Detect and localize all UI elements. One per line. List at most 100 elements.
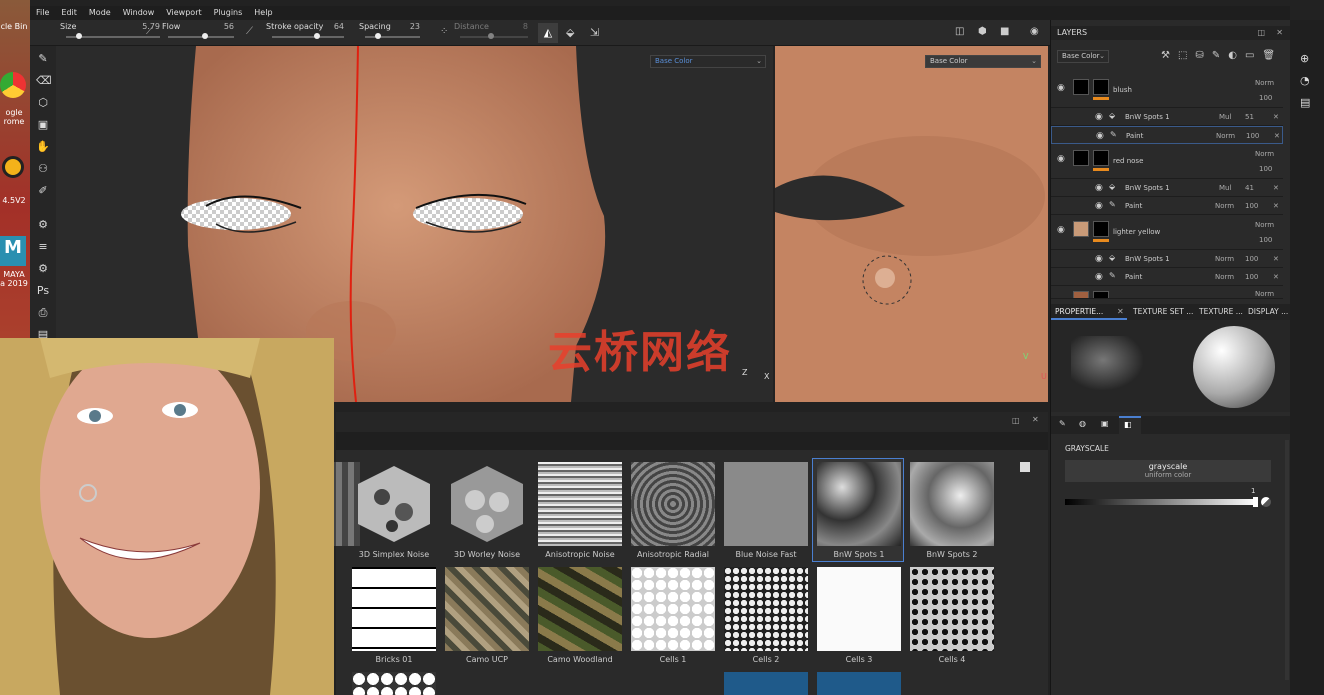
effect-row[interactable]: ◉ ⬙ BnW Spots 1 Mul 41 ✕ xyxy=(1051,179,1283,197)
delete-layer-icon[interactable]: 🗑 xyxy=(1262,50,1283,61)
effect-remove-icon[interactable]: ✕ xyxy=(1273,273,1279,281)
visibility-eye-icon[interactable]: ◉ xyxy=(1095,183,1105,193)
alpha-tab-icon[interactable]: ◍ xyxy=(1079,419,1086,428)
shelf-view-toggle-icon[interactable] xyxy=(1020,462,1030,472)
add-paint-layer-icon[interactable]: ✎ xyxy=(1212,50,1228,61)
effect-blend-mode[interactable]: Norm xyxy=(1216,132,1235,140)
effect-row[interactable]: ◉ ⬙ BnW Spots 1 Mul 51 ✕ xyxy=(1051,108,1283,126)
shelf-tile-camo-ucp[interactable] xyxy=(445,567,529,651)
log-icon[interactable]: ▤ xyxy=(1300,96,1310,109)
menu-help[interactable]: Help xyxy=(248,6,278,20)
viewport-2d-channel-select[interactable]: Base Color ⌄ xyxy=(925,55,1041,68)
tab-properties-close-icon[interactable]: ✕ xyxy=(1117,307,1124,316)
fill-mode-icon[interactable]: ⬙ xyxy=(566,26,574,39)
shelf-undock-icon[interactable]: ◫ xyxy=(1012,416,1020,425)
stroke-opacity-value[interactable]: 64 xyxy=(334,22,344,31)
shelf-tile-bnw-spots-1[interactable] xyxy=(817,462,901,546)
visibility-eye-icon[interactable]: ◉ xyxy=(1095,201,1105,211)
flow-slider[interactable]: Flow 56 xyxy=(162,20,234,44)
layer-blend-mode[interactable]: Norm xyxy=(1255,79,1274,87)
layers-channel-select[interactable]: Base Color ⌄ xyxy=(1057,50,1109,63)
shelf-search-bar[interactable] xyxy=(336,432,1048,450)
effect-opacity[interactable]: 100 xyxy=(1246,132,1259,140)
spacing-slider[interactable]: Spacing 23 xyxy=(359,20,420,44)
render-icon[interactable]: ⬢ xyxy=(978,26,987,37)
shelf-tile-3d-worley-noise[interactable] xyxy=(445,462,529,546)
grayscale-input-slot[interactable]: grayscale uniform color xyxy=(1065,460,1271,482)
flow-pressure-icon[interactable]: ⟋ xyxy=(246,26,253,37)
tab-properties[interactable]: PROPERTIE... xyxy=(1055,307,1103,316)
layers-undock-icon[interactable]: ◫ xyxy=(1257,26,1265,40)
add-folder-icon[interactable]: ▭ xyxy=(1245,50,1262,61)
visibility-eye-icon[interactable]: ◉ xyxy=(1057,225,1067,235)
clone-icon[interactable]: ⚇ xyxy=(36,162,50,176)
effect-opacity[interactable]: 100 xyxy=(1245,255,1258,263)
effect-opacity[interactable]: 100 xyxy=(1245,202,1258,210)
shelf-tile-cells-3[interactable] xyxy=(817,567,901,651)
layer-blend-mode[interactable]: Norm xyxy=(1255,150,1274,158)
export-icon[interactable]: ⎙ xyxy=(36,306,50,320)
layer-opacity[interactable]: 100 xyxy=(1259,165,1272,173)
material-tab[interactable]: ◧ xyxy=(1119,416,1141,434)
color-picker-icon[interactable] xyxy=(1261,497,1271,507)
spacing-value[interactable]: 23 xyxy=(410,22,420,31)
grayscale-slider-handle[interactable] xyxy=(1253,497,1258,507)
color-picker-icon[interactable]: ✐ xyxy=(36,184,50,198)
shelf-tile-anisotropic-radial[interactable] xyxy=(631,462,715,546)
eraser-icon[interactable]: ⌫ xyxy=(36,74,52,88)
shelf-tile-bnw-spots-2[interactable] xyxy=(910,462,994,546)
distance-value[interactable]: 8 xyxy=(523,22,528,31)
stencil-tab-icon[interactable]: ▣ xyxy=(1101,419,1109,428)
pen-pressure-icon[interactable]: ⟋ xyxy=(146,26,153,37)
effect-remove-icon[interactable]: ✕ xyxy=(1273,255,1279,263)
menu-window[interactable]: Window xyxy=(117,6,161,20)
tab-texture-set[interactable]: TEXTURE SET ... xyxy=(1133,307,1193,316)
grayscale-value[interactable]: 1 xyxy=(1251,487,1255,495)
brush-tab-icon[interactable]: ✎ xyxy=(1059,419,1066,428)
viewport-2d[interactable]: Base Color ⌄ V U xyxy=(775,46,1048,402)
photoshop-icon[interactable]: Ps xyxy=(36,284,50,298)
distance-slider[interactable]: Distance 8 xyxy=(454,20,528,44)
flow-value[interactable]: 56 xyxy=(224,22,234,31)
layer-opacity[interactable]: 100 xyxy=(1259,94,1272,102)
menu-mode[interactable]: Mode xyxy=(83,6,117,20)
chrome-icon[interactable] xyxy=(0,72,26,98)
layer-row[interactable]: ◉ blush Norm 100 xyxy=(1051,76,1283,108)
projection-icon[interactable]: ⇲ xyxy=(590,26,599,39)
effect-opacity[interactable]: 51 xyxy=(1245,113,1254,121)
effect-blend-mode[interactable]: Norm xyxy=(1215,202,1234,210)
layer-opacity[interactable]: 100 xyxy=(1259,236,1272,244)
effect-row[interactable]: ◉ ⬙ BnW Spots 1 Norm 100 ✕ xyxy=(1051,250,1283,268)
effect-remove-icon[interactable]: ✕ xyxy=(1274,132,1280,140)
effect-blend-mode[interactable]: Mul xyxy=(1219,113,1231,121)
tab-texture[interactable]: TEXTURE ... xyxy=(1199,307,1243,316)
layer-row[interactable]: Norm xyxy=(1051,289,1283,299)
shelf-tile-cells-4[interactable] xyxy=(910,567,994,651)
layers-tool-icon[interactable]: ≡ xyxy=(36,240,50,254)
camera-mode-icon[interactable]: ◫ xyxy=(955,26,964,37)
grayscale-slider[interactable] xyxy=(1065,499,1257,505)
menu-viewport[interactable]: Viewport xyxy=(160,6,207,20)
visibility-eye-icon[interactable]: ◉ xyxy=(1095,112,1105,122)
visibility-eye-icon[interactable]: ◉ xyxy=(1095,254,1105,264)
paint-brush-icon[interactable]: ✎ xyxy=(36,52,50,66)
effect-remove-icon[interactable]: ✕ xyxy=(1273,184,1279,192)
layer-blend-mode[interactable]: Norm xyxy=(1255,221,1274,229)
symmetry-icon[interactable]: ◭ xyxy=(538,23,558,43)
shelf-tile-bricks-01[interactable] xyxy=(352,567,436,651)
layer-row[interactable]: ◉ red nose Norm 100 xyxy=(1051,147,1283,179)
bake-icon[interactable]: ⚙ xyxy=(36,218,50,232)
projection-tool-icon[interactable]: ⬡ xyxy=(36,96,50,110)
effect-row[interactable]: ◉ ✎ Paint Norm 100 ✕ xyxy=(1051,268,1283,286)
properties-scrollbar[interactable] xyxy=(1285,440,1289,680)
video-icon[interactable]: ■ xyxy=(1000,26,1009,37)
shelf-toggle-icon[interactable]: ⊕ xyxy=(1300,52,1309,65)
app-icon-sun[interactable] xyxy=(2,156,24,178)
history-icon[interactable]: ◔ xyxy=(1300,74,1310,87)
effect-blend-mode[interactable]: Norm xyxy=(1215,273,1234,281)
shelf-tile-cells-1[interactable] xyxy=(631,567,715,651)
layers-close-icon[interactable]: ✕ xyxy=(1276,26,1283,40)
shelf-tile-camo-woodland[interactable] xyxy=(538,567,622,651)
tab-display[interactable]: DISPLAY ... xyxy=(1248,307,1288,316)
effect-opacity[interactable]: 41 xyxy=(1245,184,1254,192)
